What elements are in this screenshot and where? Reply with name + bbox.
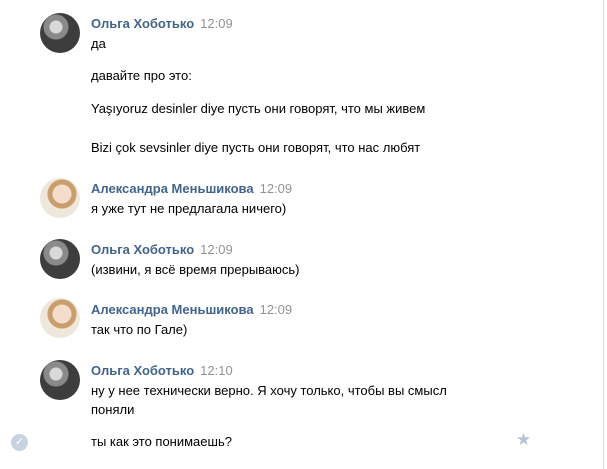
message-text: Yaşıyoruz desinler diye пусть они говоря… (91, 101, 426, 116)
avatar[interactable] (40, 298, 80, 338)
star-icon[interactable]: ★ (516, 430, 531, 450)
message-text: я уже тут не предлагала ничего) (91, 201, 287, 216)
author-name[interactable]: Александра Меньшикова (91, 302, 254, 317)
message-text: (извини, я всё время прерываюсь) (91, 262, 300, 277)
author-name[interactable]: Ольга Хоботько (91, 242, 194, 257)
author-name[interactable]: Александра Меньшикова (91, 181, 254, 196)
message-time[interactable]: 12:09 (200, 16, 233, 31)
message-text: да (91, 36, 106, 51)
message-time[interactable]: 12:09 (200, 242, 233, 257)
message-header: Ольга Хоботько 12:09 (91, 15, 233, 33)
author-name[interactable]: Ольга Хоботько (91, 16, 194, 31)
panel-divider (603, 0, 604, 469)
author-name[interactable]: Ольга Хоботько (91, 363, 194, 378)
message-text: ну у нее технически верно. Я хочу только… (91, 383, 447, 398)
message-header: Ольга Хоботько 12:10 (91, 362, 233, 380)
message-time[interactable]: 12:09 (260, 302, 293, 317)
message-time[interactable]: 12:09 (260, 181, 293, 196)
message-header: Александра Меньшикова 12:09 (91, 301, 292, 319)
avatar[interactable] (40, 13, 80, 53)
message-time[interactable]: 12:10 (200, 363, 233, 378)
avatar[interactable] (40, 239, 80, 279)
message-text: так что по Гале) (91, 322, 188, 337)
message-text: Bizi çok sevsinler diye пусть они говоря… (91, 140, 421, 155)
message-text: давайте про это: (91, 68, 192, 83)
avatar[interactable] (40, 360, 80, 400)
message-text: поняли (91, 402, 135, 417)
chat-history: Ольга Хоботько 12:09 да давайте про это: … (0, 0, 600, 469)
checkmark-icon[interactable]: ✓ (11, 434, 28, 451)
avatar[interactable] (40, 178, 80, 218)
message-text: ты как это понимаешь? (91, 434, 232, 449)
message-header: Ольга Хоботько 12:09 (91, 241, 233, 259)
message-header: Александра Меньшикова 12:09 (91, 180, 292, 198)
